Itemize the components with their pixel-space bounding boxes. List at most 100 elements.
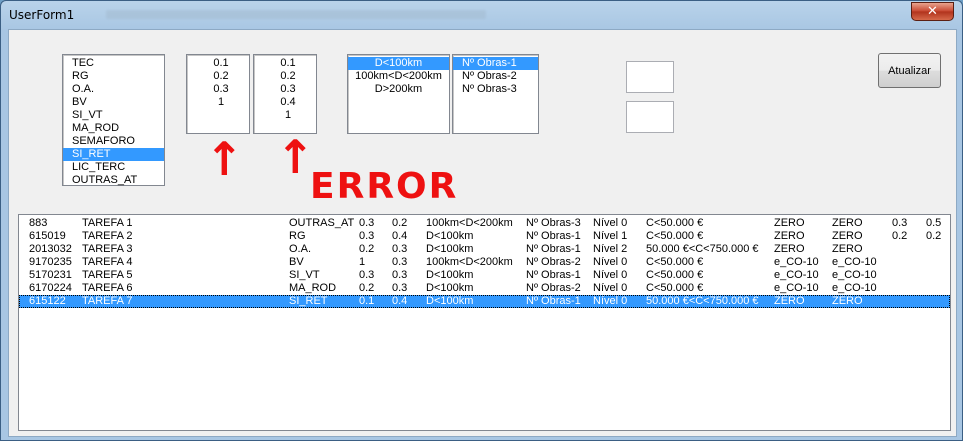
category-listbox[interactable]: TEC RG O.A. BV SI_VT MA_ROD SEMAFORO SI_RET LIC_… xyxy=(62,54,165,186)
table-row[interactable]: 6170224 TAREFA 6 MA_ROD 0.2 0.3 D<100km Nº Obr… xyxy=(19,282,950,295)
distance-listbox[interactable]: D<100km 100km<D<200km D>200km xyxy=(347,54,450,134)
table-cell: 0.3 xyxy=(392,269,408,281)
table-cell: 0.3 xyxy=(392,243,408,255)
table-cell: Nível 0 xyxy=(593,282,628,294)
table-cell: TAREFA 6 xyxy=(82,282,133,294)
title-bar[interactable]: UserForm1 ✕ xyxy=(1,1,962,29)
table-cell: Nº Obras-1 xyxy=(526,243,581,255)
atualizar-button[interactable]: Atualizar xyxy=(878,53,941,88)
table-cell: C<50.000 € xyxy=(646,256,704,268)
table-cell: Nº Obras-1 xyxy=(526,269,581,281)
category-list-item[interactable]: TEC xyxy=(63,57,164,70)
value-a-list-item[interactable]: 0.2 xyxy=(187,70,249,83)
value-b-list-item[interactable]: 0.4 xyxy=(254,96,316,109)
table-row[interactable]: 5170231 TAREFA 5 SI_VT 0.3 0.3 D<100km Nº Obra… xyxy=(19,269,950,282)
form-client-area: TEC RG O.A. BV SI_VT MA_ROD SEMAFORO SI_RET LIC_… xyxy=(8,29,957,437)
obras-listbox[interactable]: Nº Obras-1 Nº Obras-2 Nº Obras-3 xyxy=(452,54,539,134)
window-title: UserForm1 xyxy=(9,8,75,22)
table-cell: TAREFA 3 xyxy=(82,243,133,255)
table-cell: e_CO-10 xyxy=(832,256,877,268)
table-cell: 615122 xyxy=(29,295,66,307)
category-list-item[interactable]: MA_ROD xyxy=(63,122,164,135)
table-cell: ZERO xyxy=(832,230,863,242)
close-button[interactable]: ✕ xyxy=(911,2,954,21)
distance-list-item[interactable]: D>200km xyxy=(348,83,449,96)
value-listbox-a[interactable]: 0.1 0.2 0.3 1 xyxy=(186,54,250,134)
value-a-list-item[interactable]: 1 xyxy=(187,96,249,109)
value-b-list-item[interactable]: 0.2 xyxy=(254,70,316,83)
category-list-item[interactable]: RG xyxy=(63,70,164,83)
annotation-error-text: ERROR xyxy=(310,166,459,207)
textbox-2[interactable] xyxy=(626,101,674,133)
table-cell: C<50.000 € xyxy=(646,269,704,281)
category-list-item[interactable]: OUTRAS_AT xyxy=(63,174,164,187)
table-cell: 2013032 xyxy=(29,243,72,255)
distance-list-item[interactable]: D<100km xyxy=(348,57,449,70)
category-list-item[interactable]: SEMAFORO xyxy=(63,135,164,148)
tasks-listbox[interactable]: 883 TAREFA 1 OUTRAS_AT 0.3 0.2 100km<D<200km N… xyxy=(18,214,951,431)
value-b-list-item[interactable]: 0.1 xyxy=(254,57,316,70)
table-cell: Nível 0 xyxy=(593,295,628,307)
category-list-item[interactable]: BV xyxy=(63,96,164,109)
textbox-1[interactable] xyxy=(626,61,674,93)
table-cell: Nº Obras-3 xyxy=(526,217,581,229)
table-cell: D<100km xyxy=(426,243,474,255)
table-cell: Nº Obras-1 xyxy=(526,295,581,307)
table-cell: 0.1 xyxy=(359,295,375,307)
table-cell: RG xyxy=(289,230,306,242)
table-cell: TAREFA 1 xyxy=(82,217,133,229)
category-list-item[interactable]: LIC_TERC xyxy=(63,161,164,174)
category-list-item[interactable]: O.A. xyxy=(63,83,164,96)
obras-list-item[interactable]: Nº Obras-1 xyxy=(453,57,538,70)
table-cell: e_CO-10 xyxy=(774,256,819,268)
table-cell: ZERO xyxy=(774,230,805,242)
value-b-list-item[interactable]: 0.3 xyxy=(254,83,316,96)
table-cell: 0.3 xyxy=(892,217,908,229)
obras-list-item[interactable]: Nº Obras-3 xyxy=(453,83,538,96)
table-cell: Nível 0 xyxy=(593,217,628,229)
table-cell: D<100km xyxy=(426,295,474,307)
value-a-list-item[interactable]: 0.3 xyxy=(187,83,249,96)
table-cell: MA_ROD xyxy=(289,282,337,294)
table-cell: TAREFA 4 xyxy=(82,256,133,268)
table-cell: Nº Obras-1 xyxy=(526,230,581,242)
table-row[interactable]: 615122 TAREFA 7 SI_RET 0.1 0.4 D<100km Nº Obra… xyxy=(19,295,950,308)
table-cell: TAREFA 7 xyxy=(82,295,133,307)
table-cell: Nível 1 xyxy=(593,230,628,242)
annotation-arrow-1: ↑ xyxy=(205,132,244,186)
table-cell: ZERO xyxy=(832,243,863,255)
table-cell: 883 xyxy=(29,217,48,229)
table-row[interactable]: 9170235 TAREFA 4 BV 1 0.3 100km<D<200km Nº Obr… xyxy=(19,256,950,269)
value-listbox-b[interactable]: 0.1 0.2 0.3 0.4 1 xyxy=(253,54,317,134)
table-cell: 0.3 xyxy=(359,230,375,242)
table-cell: 0.2 xyxy=(892,230,908,242)
table-cell: O.A. xyxy=(289,243,312,255)
table-cell: ZERO xyxy=(832,217,863,229)
table-cell: 0.3 xyxy=(359,269,375,281)
table-cell: 0.3 xyxy=(359,217,375,229)
table-cell: 0.2 xyxy=(359,243,375,255)
category-list-item[interactable]: SI_VT xyxy=(63,109,164,122)
table-cell: SI_VT xyxy=(289,269,320,281)
blurred-title-text xyxy=(106,10,486,19)
table-cell: BV xyxy=(289,256,304,268)
obras-list-item[interactable]: Nº Obras-2 xyxy=(453,70,538,83)
table-row[interactable]: 883 TAREFA 1 OUTRAS_AT 0.3 0.2 100km<D<200km N… xyxy=(19,217,950,230)
table-cell: C<50.000 € xyxy=(646,282,704,294)
table-row[interactable]: 2013032 TAREFA 3 O.A. 0.2 0.3 D<100km Nº Obras… xyxy=(19,243,950,256)
table-row[interactable]: 615019 TAREFA 2 RG 0.3 0.4 D<100km Nº Obras-1 N… xyxy=(19,230,950,243)
table-cell: 5170231 xyxy=(29,269,72,281)
table-cell: e_CO-10 xyxy=(832,269,877,281)
table-cell: Nível 0 xyxy=(593,256,628,268)
table-cell: 0.3 xyxy=(392,256,408,268)
value-b-list-item[interactable]: 1 xyxy=(254,109,316,122)
distance-list-item[interactable]: 100km<D<200km xyxy=(348,70,449,83)
atualizar-button-label: Atualizar xyxy=(888,64,931,77)
close-icon: ✕ xyxy=(927,4,938,19)
userform-window: UserForm1 ✕ TEC RG O.A. BV SI_VT MA_ROD SEMAFO… xyxy=(0,0,963,441)
table-cell: D<100km xyxy=(426,230,474,242)
value-a-list-item[interactable]: 0.1 xyxy=(187,57,249,70)
category-list-item[interactable]: SI_RET xyxy=(63,148,164,161)
table-cell: 50.000 €<C<750.000 € xyxy=(646,243,759,255)
table-cell: 100km<D<200km xyxy=(426,256,513,268)
